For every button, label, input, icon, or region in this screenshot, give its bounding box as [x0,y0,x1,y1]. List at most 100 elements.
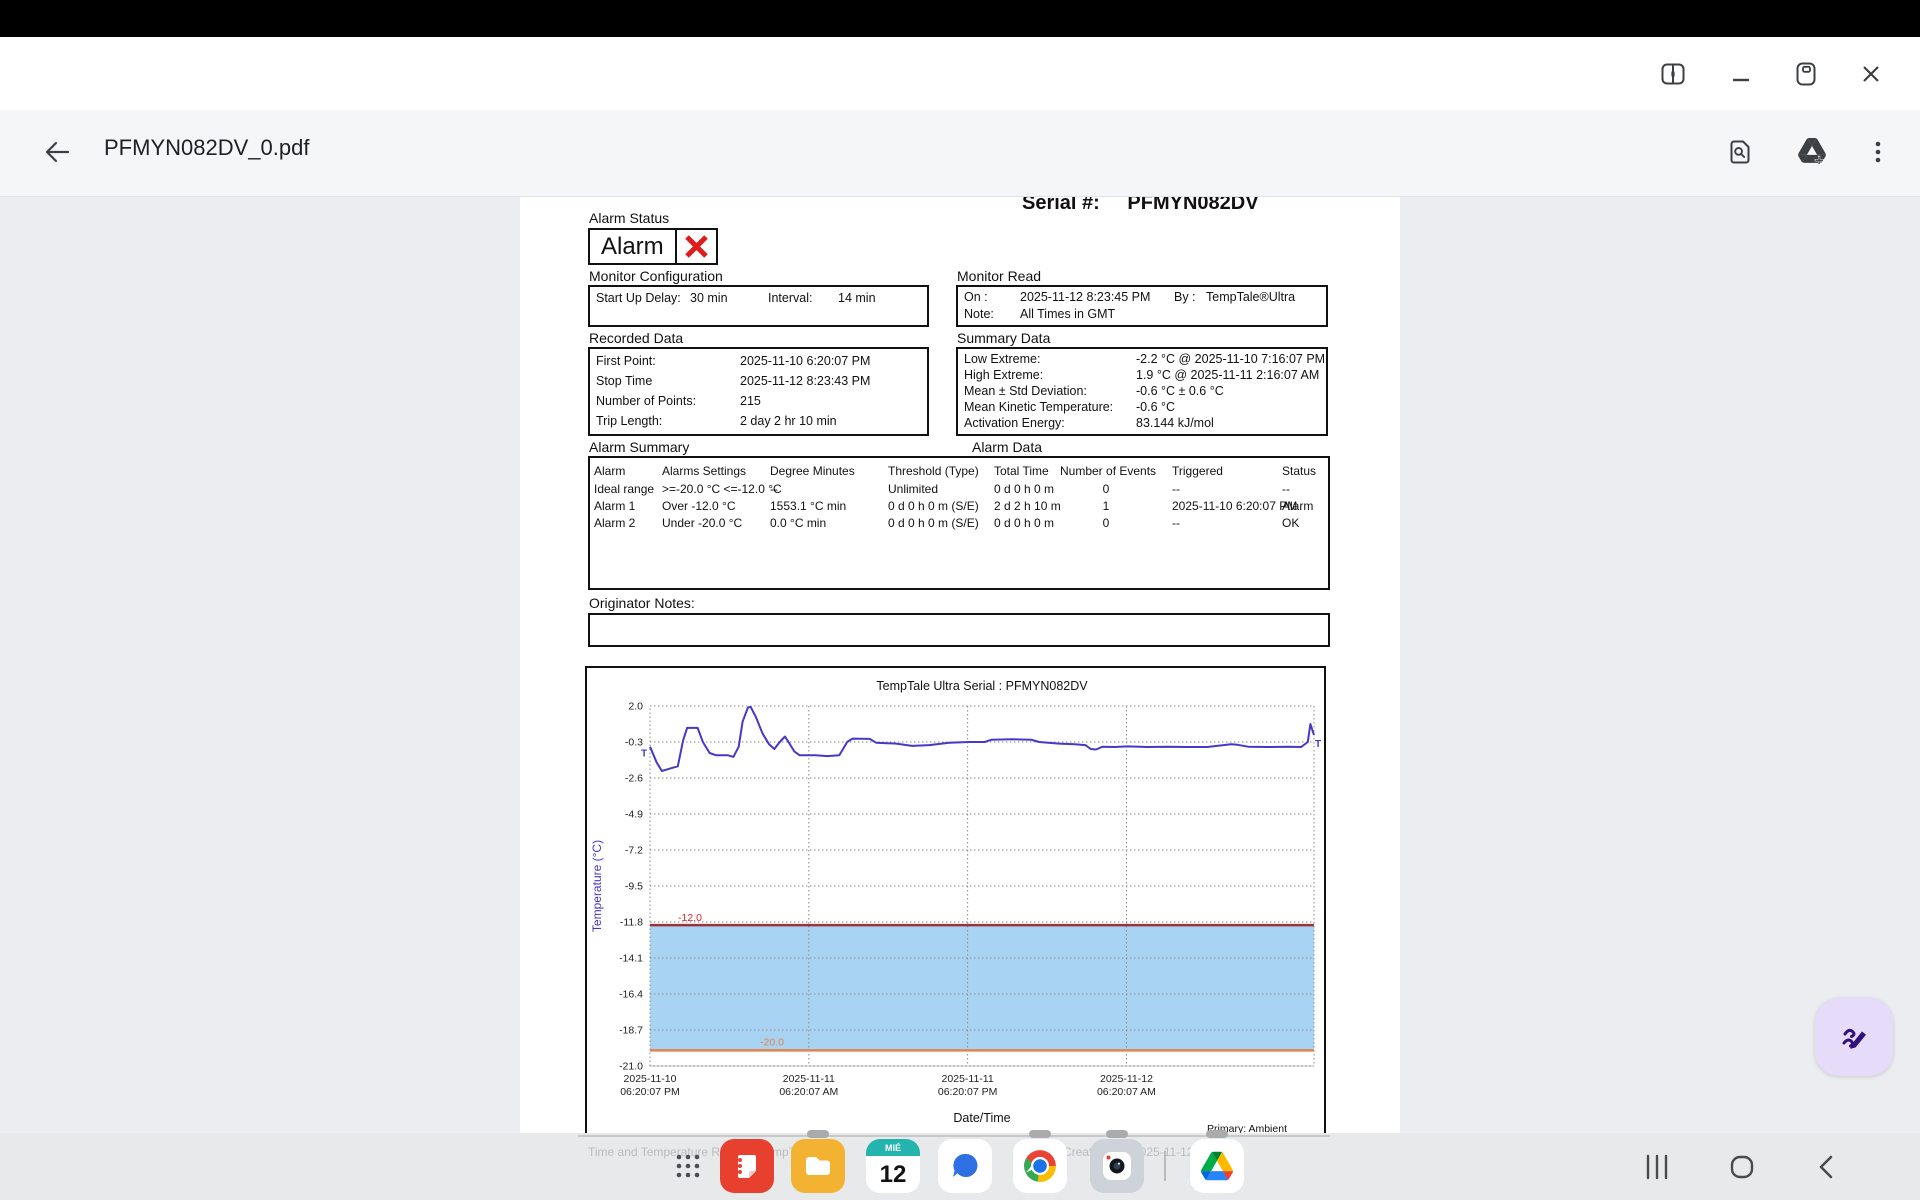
chrome-app[interactable] [1013,1139,1067,1193]
back-button[interactable] [36,132,76,172]
pdf-viewport[interactable]: Serial #: PFMYN082DV Alarm Status Alarm … [0,197,1920,1133]
x-tick-label: 2025-11-12 06:20:07 AM [1097,1073,1156,1098]
table-cell: -- [770,482,778,496]
camera-icon [1103,1152,1131,1180]
my-files-app[interactable] [791,1139,845,1193]
table-cell: High Extreme: [964,368,1044,382]
more-options-icon [1875,141,1881,163]
table-cell: Mean Kinetic Temperature: [964,400,1114,414]
monitor-configuration-title: Monitor Configuration [589,268,723,284]
x-tick-label: 2025-11-10 06:20:07 PM [620,1073,680,1098]
y-tick-label: -7.2 [625,845,643,857]
add-to-drive-icon [1798,138,1826,165]
minimize-button[interactable] [1724,57,1758,91]
table-cell: 0 d 0 h 0 m [994,482,1055,496]
samsung-notes-app[interactable] [720,1139,774,1193]
summary-data-table: Low Extreme: -2.2 °C @ 2025-11-10 7:16:07… [956,347,1328,436]
monitor-configuration-table: Start Up Delay: 30 min Interval: 14 min [588,285,929,327]
app-drawer-button[interactable] [661,1139,715,1193]
table-cell: On : [964,290,988,304]
alarm-data-title: Alarm Data [972,439,1043,455]
y-tick-label: -14.1 [619,953,643,965]
alarm-summary-title: Alarm Summary [589,439,690,455]
table-cell: 1 [1102,499,1110,513]
nav-home-button[interactable] [1726,1151,1758,1183]
annotate-fab[interactable] [1815,998,1893,1076]
running-app-pill [807,1130,829,1138]
originator-notes-label: Originator Notes: [589,595,695,611]
table-cell: Status [1282,464,1317,478]
table-cell: -- [1172,482,1180,496]
originator-notes-box [588,613,1330,647]
table-cell: Start Up Delay: [596,291,681,305]
restore-icon [1796,62,1816,86]
serial-value: PFMYN082DV [1127,197,1259,214]
table-cell: Number of Points: [596,394,697,408]
alarm-x-cell [674,230,716,263]
more-options-button[interactable] [1858,132,1898,172]
split-screen-button[interactable] [1656,57,1690,91]
alarm-low-label: -20.0 [760,1036,784,1048]
series-start-marker: T [641,749,647,760]
back-nav-icon [1819,1155,1833,1179]
table-cell: 2025-11-10 6:20:07 PM [1172,499,1298,513]
calendar-app[interactable]: MIÉ 12 [866,1139,920,1193]
document-title: PFMYN082DV_0.pdf [104,135,310,160]
split-screen-icon [1661,63,1685,85]
y-tick-label: -18.7 [619,1025,643,1037]
close-button[interactable] [1854,57,1888,91]
chart-title: TempTale Ultra Serial : PFMYN082DV [876,679,1088,693]
table-cell: Degree Minutes [770,464,855,478]
monitor-read-title: Monitor Read [957,268,1042,284]
table-cell: All Times in GMT [1020,307,1116,321]
pdf-toolbar: PFMYN082DV_0.pdf [0,110,1920,197]
table-cell: Alarm [1282,499,1314,513]
table-cell: Mean ± Std Deviation: [964,384,1087,398]
table-cell: 0 d 0 h 0 m (S/E) [888,499,979,513]
table-cell: By : [1174,290,1196,304]
close-icon [1863,66,1879,82]
y-tick-label: -21.0 [619,1061,643,1073]
y-tick-label: -2.6 [625,773,643,785]
table-cell: Number of Events [1060,464,1157,478]
table-cell: 30 min [690,291,728,305]
restore-button[interactable] [1789,57,1823,91]
running-app-pill [1029,1130,1051,1138]
table-cell: 0.0 °C min [770,516,827,530]
table-cell: Alarm [594,464,626,478]
y-tick-label: -16.4 [619,989,643,1001]
nav-back-button[interactable] [1811,1151,1843,1183]
camera-app[interactable] [1090,1139,1144,1193]
taskbar: Time and Temperature Report CrempTaleCre… [0,1130,1920,1200]
screen: PFMYN082DV_0.pdf Serial #: PFMYN082DV Al… [0,0,1920,1200]
y-tick-label: -4.9 [625,809,643,821]
back-arrow-icon [45,141,70,163]
messages-app[interactable] [938,1139,992,1193]
app-drawer-icon [676,1154,700,1178]
table-cell: Low Extreme: [964,352,1041,366]
annotate-pen-icon [1842,1028,1866,1049]
y-tick-label: -0.3 [625,737,643,749]
table-cell: Trip Length: [596,414,663,428]
find-in-document-icon [1730,140,1750,164]
running-app-pill [1206,1130,1228,1138]
table-cell: 0 [1102,482,1110,496]
table-cell: Triggered [1172,464,1223,478]
table-cell: 0 [1102,516,1110,530]
serial-line: Serial #: PFMYN082DV [1022,197,1259,215]
table-cell: Total Time [994,464,1049,478]
temperature-chart: TempTale Ultra Serial : PFMYN082DV 2.0 -0.… [585,666,1326,1133]
table-cell: 2025-11-10 6:20:07 PM [740,354,871,368]
table-cell: -0.6 °C ± 0.6 °C [1136,384,1224,398]
status-bar [0,0,1920,37]
nav-recents-button[interactable] [1641,1151,1673,1183]
y-tick-label: -11.8 [620,917,643,929]
alarm-high-label: -12.0 [678,912,702,924]
chart-canvas: TempTale Ultra Serial : PFMYN082DV 2.0 -0.… [590,679,1321,1133]
table-cell: 83.144 kJ/mol [1136,416,1214,430]
google-drive-app[interactable] [1190,1139,1244,1193]
add-to-drive-button[interactable] [1792,132,1832,172]
temperature-line [649,705,1315,772]
find-in-document-button[interactable] [1720,132,1760,172]
table-cell: -2.2 °C @ 2025-11-10 7:16:07 PM [1136,352,1326,366]
